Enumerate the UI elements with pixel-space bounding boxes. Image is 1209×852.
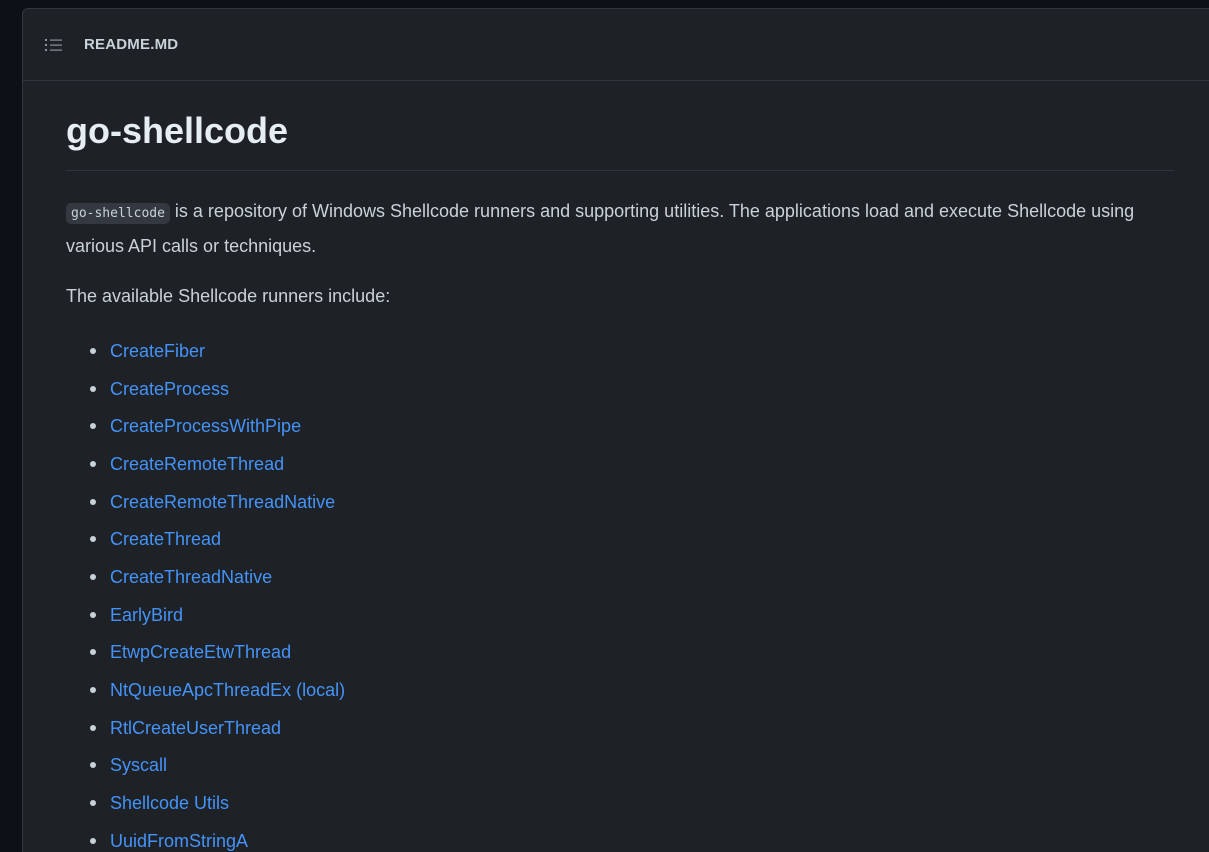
bullet-icon [90,460,96,467]
list-item: CreateRemoteThreadNative [66,483,1209,521]
intro-text: is a repository of Windows Shellcode run… [66,201,1135,256]
runners-lead: The available Shellcode runners include: [66,286,391,306]
runner-link[interactable]: CreateThread [110,527,221,551]
bullet-icon [90,800,96,807]
bullet-icon [90,573,96,580]
list-item: EtwpCreateEtwThread [66,634,1209,672]
runner-link[interactable]: Syscall [110,753,167,777]
bullet-icon [90,649,96,656]
bullet-icon [90,536,96,543]
list-unordered-icon[interactable] [45,38,62,52]
runner-link[interactable]: CreateThreadNative [110,565,272,589]
bullet-icon [90,724,96,731]
list-item: CreateThreadNative [66,558,1209,596]
runner-link[interactable]: UuidFromStringA [110,829,248,852]
runner-link[interactable]: CreateProcess [110,377,229,401]
bullet-icon [90,762,96,769]
runner-link[interactable]: CreateProcessWithPipe [110,414,301,438]
runner-link[interactable]: CreateRemoteThreadNative [110,490,335,514]
bullet-icon [90,611,96,618]
runner-link[interactable]: Shellcode Utils [110,791,229,815]
bullet-icon [90,687,96,694]
list-item: CreateProcessWithPipe [66,407,1209,445]
list-item: CreateFiber [66,332,1209,370]
readme-header: README.MD [23,9,1209,81]
list-item: Shellcode Utils [66,784,1209,822]
runner-link[interactable]: NtQueueApcThreadEx (local) [110,678,345,702]
inline-code: go-shellcode [66,203,170,224]
runner-link[interactable]: CreateFiber [110,339,205,363]
list-item: UuidFromStringA [66,822,1209,852]
runner-link[interactable]: EarlyBird [110,603,183,627]
list-item: NtQueueApcThreadEx (local) [66,671,1209,709]
runners-list: CreateFiber CreateProcess CreateProcessWit… [66,332,1209,852]
list-item: CreateRemoteThread [66,445,1209,483]
runner-link[interactable]: RtlCreateUserThread [110,716,281,740]
readme-filename: README.MD [84,36,179,53]
list-item: EarlyBird [66,596,1209,634]
readme-panel: README.MD go-shellcode go-shellcode is a… [22,8,1209,852]
runner-link[interactable]: CreateRemoteThread [110,452,284,476]
bullet-icon [90,423,96,430]
bullet-icon [90,498,96,505]
list-item: CreateProcess [66,370,1209,408]
readme-content: go-shellcode go-shellcode is a repositor… [23,109,1209,852]
bullet-icon [90,837,96,844]
bullet-icon [90,347,96,354]
list-item: Syscall [66,747,1209,785]
list-item: CreateThread [66,520,1209,558]
bullet-icon [90,385,96,392]
list-item: RtlCreateUserThread [66,709,1209,747]
runner-link[interactable]: EtwpCreateEtwThread [110,640,291,664]
page-title: go-shellcode [66,109,1174,171]
intro-paragraph: go-shellcode is a repository of Windows … [66,195,1166,262]
